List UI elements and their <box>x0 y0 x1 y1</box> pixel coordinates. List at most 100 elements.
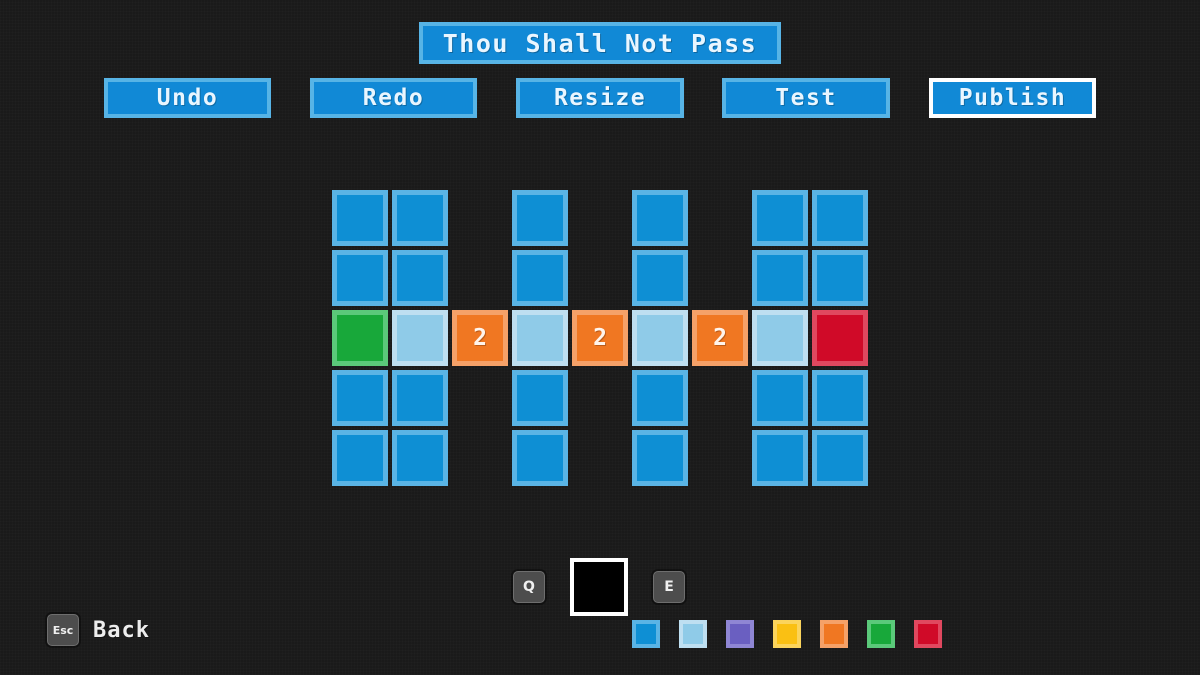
grid-tile-blue[interactable] <box>512 250 568 306</box>
swatch-purple[interactable] <box>726 620 754 648</box>
redo-button[interactable]: Redo <box>310 78 477 118</box>
grid-tile-empty[interactable] <box>452 190 508 246</box>
resize-button[interactable]: Resize <box>516 78 684 118</box>
grid-cell[interactable] <box>632 428 688 488</box>
grid-tile-empty[interactable] <box>572 250 628 306</box>
grid-cell[interactable] <box>512 248 568 308</box>
grid-tile-blue[interactable] <box>332 190 388 246</box>
grid-cell[interactable] <box>812 188 868 248</box>
grid-tile-empty[interactable] <box>692 190 748 246</box>
grid-cell[interactable] <box>332 308 388 368</box>
grid-cell[interactable] <box>752 248 808 308</box>
grid-tile-blue[interactable] <box>752 430 808 486</box>
grid-tile-lightblue[interactable] <box>752 310 808 366</box>
grid-cell[interactable] <box>392 308 448 368</box>
grid-cell[interactable] <box>512 188 568 248</box>
grid-tile-blue[interactable] <box>632 250 688 306</box>
grid-tile-empty[interactable] <box>572 370 628 426</box>
grid-cell[interactable]: 2 <box>572 308 628 368</box>
grid-tile-blue[interactable] <box>752 190 808 246</box>
undo-button[interactable]: Undo <box>104 78 271 118</box>
publish-button[interactable]: Publish <box>929 78 1096 118</box>
grid-cell[interactable] <box>692 368 748 428</box>
swatch-red[interactable] <box>914 620 942 648</box>
grid-tile-blue[interactable] <box>752 250 808 306</box>
grid-cell[interactable] <box>512 428 568 488</box>
back-hint[interactable]: Esc Back <box>47 614 150 646</box>
grid-cell[interactable]: 2 <box>692 308 748 368</box>
grid-tile-red[interactable] <box>812 310 868 366</box>
grid-cell[interactable] <box>392 368 448 428</box>
grid-cell[interactable] <box>812 428 868 488</box>
grid-cell[interactable]: 2 <box>452 308 508 368</box>
grid-cell[interactable] <box>332 368 388 428</box>
grid-cell[interactable] <box>572 248 628 308</box>
grid-cell[interactable] <box>332 188 388 248</box>
grid-tile-blue[interactable] <box>392 370 448 426</box>
grid-tile-blue[interactable] <box>812 370 868 426</box>
next-color-key[interactable]: E <box>653 571 685 603</box>
grid-cell[interactable] <box>632 368 688 428</box>
selected-color-swatch[interactable] <box>570 558 628 616</box>
color-palette[interactable] <box>632 620 942 648</box>
grid-tile-blue[interactable] <box>632 190 688 246</box>
grid-tile-empty[interactable] <box>572 190 628 246</box>
grid-tile-empty[interactable] <box>572 430 628 486</box>
prev-color-key[interactable]: Q <box>513 571 545 603</box>
grid-tile-blue[interactable] <box>512 430 568 486</box>
level-title-field[interactable]: Thou Shall Not Pass <box>419 22 781 64</box>
grid-cell[interactable] <box>812 308 868 368</box>
grid-tile-empty[interactable] <box>452 430 508 486</box>
grid-tile-blue[interactable] <box>812 190 868 246</box>
grid-tile-lightblue[interactable] <box>512 310 568 366</box>
grid-tile-empty[interactable] <box>692 250 748 306</box>
grid-cell[interactable] <box>452 248 508 308</box>
grid-cell[interactable] <box>392 248 448 308</box>
grid-cell[interactable] <box>392 428 448 488</box>
grid-cell[interactable] <box>632 188 688 248</box>
grid-cell[interactable] <box>452 368 508 428</box>
grid-cell[interactable] <box>752 428 808 488</box>
swatch-yellow[interactable] <box>773 620 801 648</box>
grid-tile-orange[interactable]: 2 <box>692 310 748 366</box>
grid-cell[interactable] <box>512 308 568 368</box>
grid-tile-blue[interactable] <box>332 370 388 426</box>
grid-cell[interactable] <box>392 188 448 248</box>
grid-cell[interactable] <box>572 188 628 248</box>
grid-tile-empty[interactable] <box>452 250 508 306</box>
level-grid[interactable]: 2 2 2 <box>332 188 868 488</box>
grid-cell[interactable] <box>452 188 508 248</box>
grid-tile-blue[interactable] <box>332 430 388 486</box>
grid-cell[interactable] <box>752 308 808 368</box>
grid-tile-empty[interactable] <box>692 370 748 426</box>
grid-tile-blue[interactable] <box>332 250 388 306</box>
grid-tile-blue[interactable] <box>632 370 688 426</box>
grid-cell[interactable] <box>452 428 508 488</box>
grid-tile-green[interactable] <box>332 310 388 366</box>
grid-cell[interactable] <box>332 428 388 488</box>
grid-tile-empty[interactable] <box>692 430 748 486</box>
grid-cell[interactable] <box>812 248 868 308</box>
grid-cell[interactable] <box>752 368 808 428</box>
grid-cell[interactable] <box>512 368 568 428</box>
swatch-lightblue[interactable] <box>679 620 707 648</box>
swatch-green[interactable] <box>867 620 895 648</box>
grid-tile-empty[interactable] <box>452 370 508 426</box>
grid-cell[interactable] <box>692 248 748 308</box>
grid-tile-orange[interactable]: 2 <box>572 310 628 366</box>
grid-tile-blue[interactable] <box>512 370 568 426</box>
swatch-blue[interactable] <box>632 620 660 648</box>
grid-cell[interactable] <box>572 428 628 488</box>
grid-tile-lightblue[interactable] <box>632 310 688 366</box>
grid-tile-orange[interactable]: 2 <box>452 310 508 366</box>
grid-cell[interactable] <box>812 368 868 428</box>
grid-cell[interactable] <box>632 248 688 308</box>
grid-cell[interactable] <box>752 188 808 248</box>
grid-tile-blue[interactable] <box>632 430 688 486</box>
grid-tile-blue[interactable] <box>512 190 568 246</box>
grid-tile-blue[interactable] <box>812 430 868 486</box>
grid-tile-lightblue[interactable] <box>392 310 448 366</box>
grid-cell[interactable] <box>632 308 688 368</box>
grid-tile-blue[interactable] <box>392 430 448 486</box>
grid-tile-blue[interactable] <box>752 370 808 426</box>
